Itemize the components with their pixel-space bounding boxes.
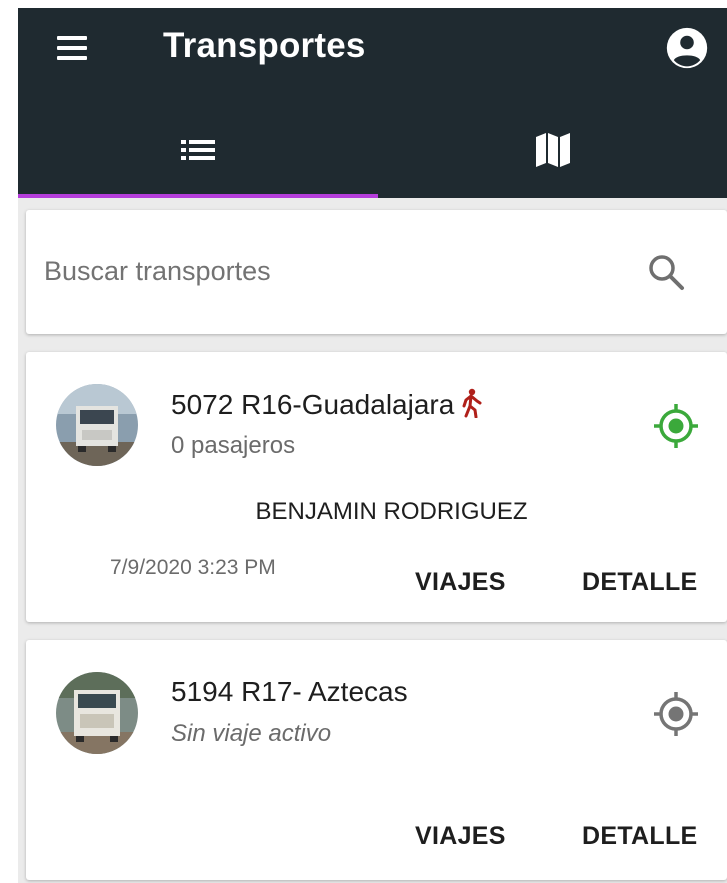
tab-list[interactable] — [18, 100, 378, 198]
detail-button[interactable]: DETALLE — [582, 568, 698, 597]
bus-avatar — [56, 384, 138, 466]
account-button[interactable] — [665, 26, 709, 70]
app-bar: Transportes — [18, 8, 727, 198]
trips-button[interactable]: VIAJES — [415, 568, 506, 597]
location-target-icon[interactable] — [652, 690, 700, 738]
search-card — [26, 210, 727, 334]
driver-name: BENJAMIN RODRIGUEZ — [255, 498, 528, 525]
last-update-timestamp: 7/9/2020 3:23 PM — [110, 556, 276, 579]
transport-name: 5194 R17- Aztecas — [171, 676, 408, 707]
trip-status: Sin viaje activo — [171, 720, 332, 747]
trips-button[interactable]: VIAJES — [415, 822, 506, 851]
walking-person-icon — [462, 388, 482, 418]
transport-name: 5072 R16-Guadalajara — [171, 388, 484, 421]
location-target-icon[interactable] — [652, 402, 700, 450]
transport-card: 5194 R17- Aztecas Sin viaje activo VIAJE… — [26, 640, 727, 880]
tab-indicator — [18, 194, 378, 198]
page-title: Transportes — [163, 26, 366, 65]
app-screen: Transportes Buscar transportes 5072 R16-… — [18, 8, 727, 883]
account-circle-icon — [666, 27, 708, 69]
transport-card: 5072 R16-Guadalajara 0 pasajeros BENJAMI… — [26, 352, 727, 622]
passenger-count: 0 pasajeros — [171, 432, 296, 459]
menu-button[interactable] — [54, 30, 90, 66]
tab-map[interactable] — [378, 100, 727, 198]
detail-button[interactable]: DETALLE — [582, 822, 698, 851]
search-input[interactable] — [42, 248, 606, 294]
search-icon[interactable] — [646, 252, 686, 292]
bus-avatar — [56, 672, 138, 754]
map-icon — [535, 133, 570, 167]
list-icon — [181, 140, 215, 160]
